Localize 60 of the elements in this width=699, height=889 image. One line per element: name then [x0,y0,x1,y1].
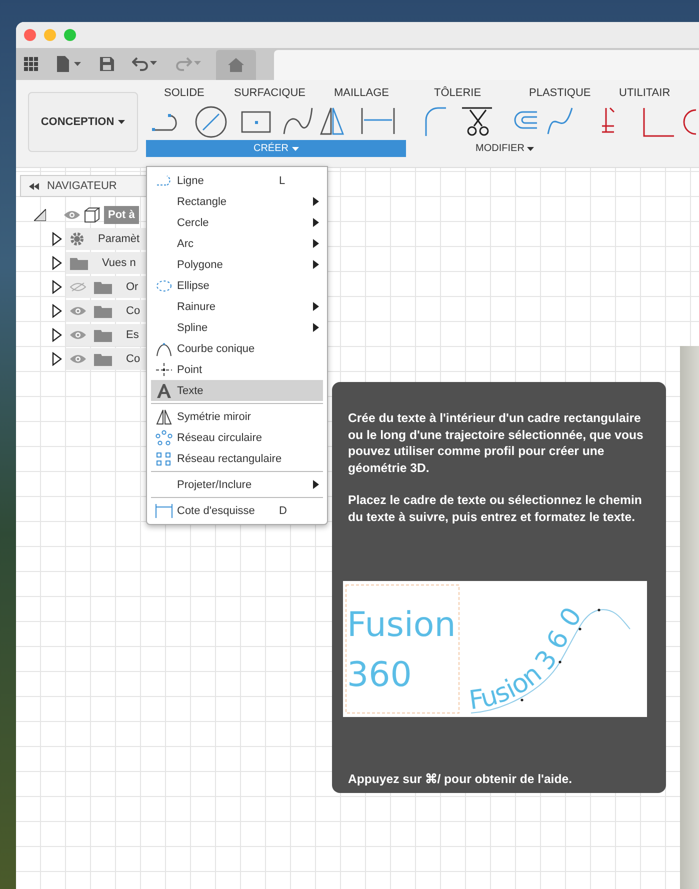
caret-icon [118,120,126,124]
folder-icon [94,328,112,342]
workspace-dropdown[interactable]: CONCEPTION [28,92,138,152]
folder-icon [94,280,112,294]
save-icon[interactable] [100,57,114,71]
ribbon-tab[interactable]: UTILITAIR [619,87,679,99]
circular-pattern-icon [155,430,173,446]
menu-item[interactable]: Ligne L [151,170,323,191]
sketch-canvas[interactable] [16,168,699,889]
collapse-icon[interactable] [29,182,39,190]
menu-item[interactable]: Réseau rectangulaire [151,448,323,469]
menu-item[interactable]: Projeter/Inclure [151,474,323,495]
close-button[interactable] [24,29,36,41]
folder-icon [94,304,112,318]
ellipse-icon [155,278,173,294]
line-icon [155,172,173,188]
ribbon-tab[interactable]: TÔLERIE [434,87,529,99]
sample-text: 360 [347,655,412,695]
navigator-title: NAVIGATEUR [47,180,117,192]
ribbon-tab[interactable]: SOLIDE [146,87,234,99]
text-icon [155,382,173,398]
caret-icon [292,146,298,150]
help-text: Appuyez sur ⌘/ pour obtenir de l'aide. [348,770,573,787]
eye-icon[interactable] [64,210,80,220]
ribbon-tab[interactable]: MAILLAGE [334,87,434,99]
undo-icon[interactable] [132,57,158,71]
grid-icon[interactable] [24,57,38,71]
eye-icon[interactable] [70,306,86,316]
rectangular-pattern-icon [155,450,173,466]
expand-arrow-icon[interactable] [52,280,62,294]
tooltip-text: Placez le cadre de texte ou sélectionnez le chemin du texte à suivre, puis entrez et formatez le texte. [348,492,643,525]
tool-group-button[interactable]: MODIFIER [412,140,598,157]
collapse-arrow-icon[interactable] [34,209,46,221]
menu-item[interactable]: Cote d'esquisse D [151,500,323,521]
home-icon [228,58,244,72]
eye-icon[interactable] [70,354,86,364]
dimension-icon [155,502,173,518]
folder-icon [94,352,112,366]
expand-arrow-icon[interactable] [52,256,62,270]
component-icon [84,207,100,223]
menu-item[interactable]: Symétrie miroir [151,406,323,427]
expand-arrow-icon[interactable] [52,352,62,366]
eye-icon[interactable] [70,330,86,340]
expand-arrow-icon[interactable] [52,328,62,342]
caret-icon [527,146,534,150]
conic-curve-icon [155,340,173,356]
menu-item[interactable]: Rectangle [151,191,323,212]
expand-arrow-icon[interactable] [52,232,62,246]
file-icon[interactable] [56,56,82,72]
sample-text: Fusion [347,605,456,645]
tooltip-text: Crée du texte à l'intérieur d'un cadre rectangulaire ou le long d'une trajectoire sélectionnée, que vous pouvez utiliser comme profil pour créer une géométrie 3D. [348,410,644,476]
mirror-icon [155,408,173,424]
ribbon-tab[interactable]: SURFACIQUE [234,87,334,99]
menu-item[interactable]: Texte [151,380,323,401]
menu-item[interactable]: Réseau circulaire [151,427,323,448]
gear-icon [70,232,84,246]
folder-icon [70,256,88,270]
point-icon [155,362,173,378]
expand-arrow-icon[interactable] [52,304,62,318]
ribbon-tab[interactable]: PLASTIQUE [529,87,619,99]
